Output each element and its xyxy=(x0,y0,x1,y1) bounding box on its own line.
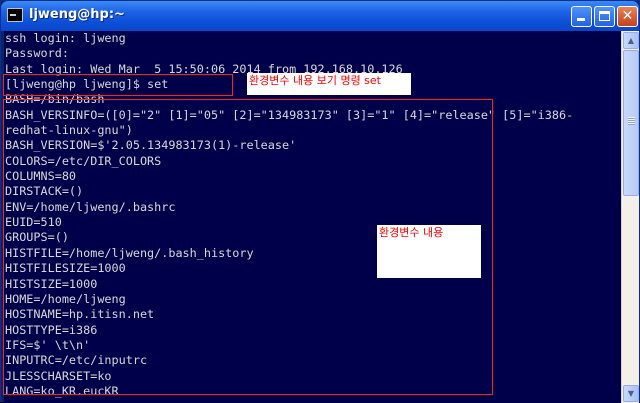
content-annotation: 환경변수 내용 xyxy=(377,225,481,278)
minimize-icon xyxy=(572,7,591,26)
chevron-down-icon: ▼ xyxy=(627,389,635,398)
close-icon: ✕ xyxy=(621,8,634,24)
close-button[interactable]: ✕ xyxy=(617,6,638,27)
scroll-up-button[interactable]: ▲ xyxy=(623,32,639,49)
terminal-window: ljweng@hp:~ ✕ ssh login: ljweng Password:… xyxy=(0,0,640,403)
maximize-icon xyxy=(595,7,614,26)
title-bar[interactable]: ljweng@hp:~ ✕ xyxy=(1,1,639,31)
scrollbar-thumb[interactable] xyxy=(623,50,639,196)
terminal-app-icon[interactable] xyxy=(7,8,23,22)
command-highlight-box xyxy=(3,74,233,96)
minimize-button[interactable] xyxy=(571,6,592,27)
vertical-scrollbar[interactable]: ▲ ▼ xyxy=(621,31,639,403)
chevron-up-icon: ▲ xyxy=(627,36,635,45)
scroll-down-button[interactable]: ▼ xyxy=(623,385,639,402)
command-annotation: 환경변수 내용 보기 명령 set xyxy=(247,73,411,95)
maximize-button[interactable] xyxy=(594,6,615,27)
terminal-line: Password: xyxy=(5,46,69,61)
terminal-line: ssh login: ljweng xyxy=(5,31,126,45)
window-title: ljweng@hp:~ xyxy=(29,7,125,22)
